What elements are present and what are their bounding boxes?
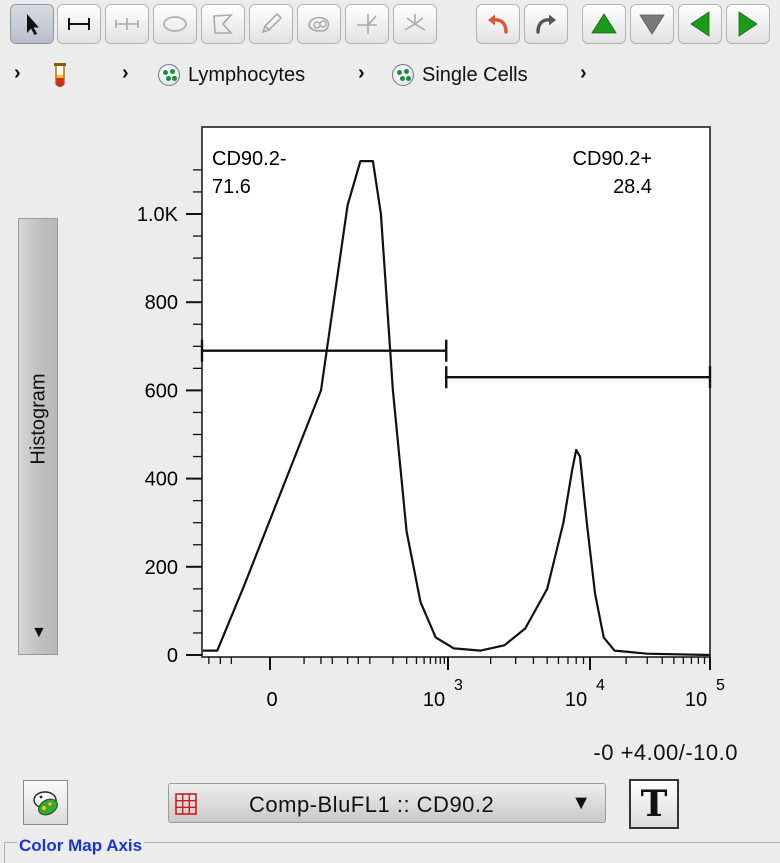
x-tick-label: 10	[565, 689, 587, 711]
x-tick-label: 0	[266, 689, 277, 711]
parameter-select[interactable]: Comp-BluFL1 :: CD90.2 ▼	[168, 783, 606, 823]
y-tick-label: 1.0K	[137, 204, 179, 226]
dropdown-arrow-icon: ▼	[571, 792, 591, 814]
x-axis: 0 10 3 10 4 10 5	[208, 657, 725, 711]
gate-percent-label: 71.6	[212, 176, 251, 198]
axis-transform-readout: -0 +4.00/-10.0	[593, 740, 738, 765]
section-title: Color Map Axis	[17, 836, 145, 856]
y-tick-label: 400	[145, 469, 178, 491]
gated-population-icon	[32, 790, 58, 815]
text-annotation-button[interactable]: T	[629, 779, 679, 829]
x-tick-label: 10	[423, 689, 445, 711]
parameter-label: Comp-BluFL1 :: CD90.2	[249, 792, 495, 817]
color-map-axis-section: Color Map Axis	[4, 836, 780, 863]
y-axis: 0 200 400 600 800 1.0K	[137, 169, 202, 667]
x-tick-exponent: 3	[454, 677, 463, 694]
grid-icon	[175, 793, 197, 815]
text-tool-icon: T	[640, 783, 668, 825]
y-tick-label: 0	[167, 645, 178, 667]
gate-percent-label: 28.4	[613, 176, 652, 198]
y-tick-label: 200	[145, 557, 178, 579]
x-tick-exponent: 5	[716, 677, 725, 694]
gate-name-label: CD90.2-	[212, 148, 286, 170]
x-tick-exponent: 4	[596, 677, 605, 694]
gate-name-label: CD90.2+	[573, 148, 653, 170]
y-tick-label: 600	[145, 380, 178, 402]
gate-population-button[interactable]	[23, 780, 68, 825]
y-tick-label: 800	[145, 292, 178, 314]
histogram-plot[interactable]: 0 200 400 600 800 1.0K 0 10 3 10 4 10 5 CD90.2- 71.6…	[0, 0, 780, 780]
plot-frame	[201, 126, 711, 658]
x-tick-label: 10	[685, 689, 707, 711]
